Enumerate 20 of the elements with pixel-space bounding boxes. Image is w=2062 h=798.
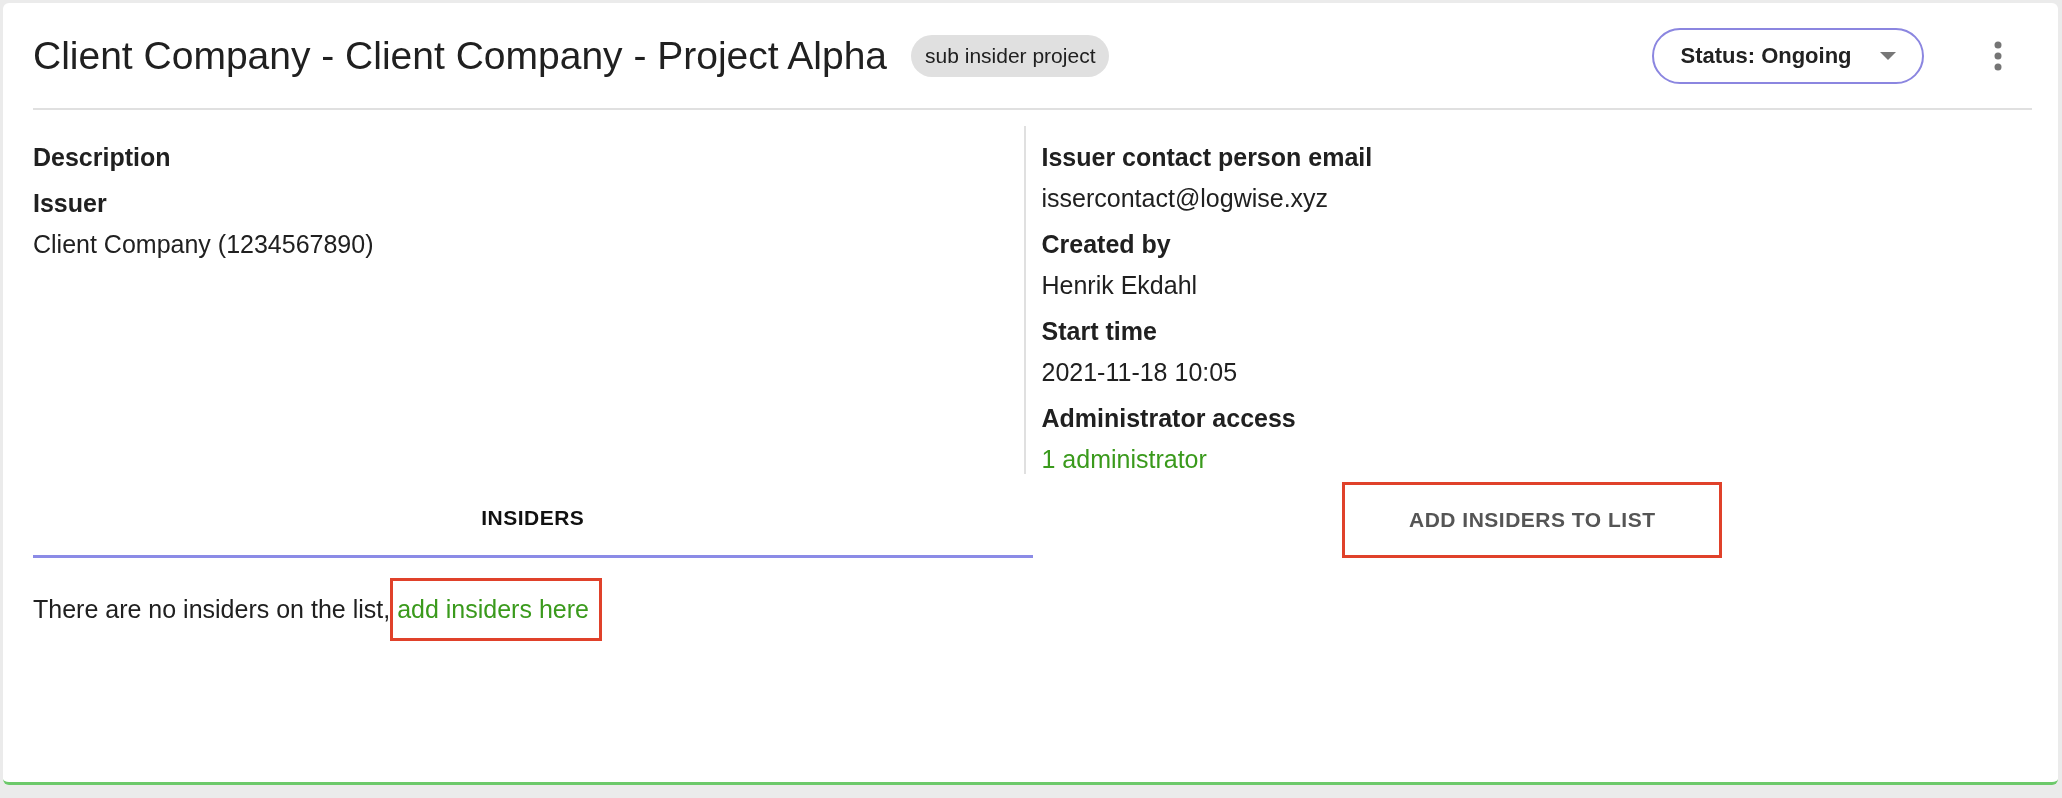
empty-list-message: There are no insiders on the list, <box>33 595 391 624</box>
field-label: Start time <box>1041 317 1158 346</box>
status-dropdown[interactable]: Status: Ongoing <box>1652 27 1924 84</box>
field-label: Issuer <box>33 189 108 218</box>
field-value: Client Company (1234567890) <box>33 230 375 259</box>
more-options-icon[interactable] <box>1994 40 2002 71</box>
field-label: Administrator access <box>1041 404 1297 433</box>
project-type-badge: sub insider project <box>911 34 1110 77</box>
field-label: Issuer contact person email <box>1041 143 1374 172</box>
tab[interactable]: INSIDERS <box>33 482 1033 558</box>
project-title: Client Company - Client Company - Project Alpha <box>33 33 888 78</box>
field-value: 2021-11-18 10:05 <box>1041 358 1239 387</box>
field-label: Created by <box>1041 230 1172 259</box>
tab[interactable]: ADD INSIDERS TO LIST <box>1342 482 1723 558</box>
add-insiders-link[interactable]: add insiders here <box>390 578 602 641</box>
field-value: issercontact@logwise.xyz <box>1041 184 1330 213</box>
field-value: Henrik Ekdahl <box>1041 271 1199 300</box>
field-label: Description <box>33 143 172 172</box>
administrator-link[interactable]: 1 administrator <box>1041 445 2032 474</box>
caret-icon <box>1879 51 1896 60</box>
